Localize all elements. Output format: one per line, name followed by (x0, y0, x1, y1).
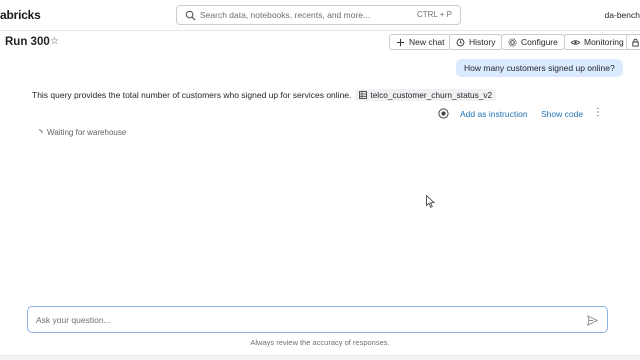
configure-label: Configure (521, 37, 558, 47)
table-reference-chip[interactable]: telco_customer_churn_status_v2 (355, 89, 497, 101)
plus-icon (396, 38, 405, 46)
mouse-pointer-icon (426, 195, 435, 208)
brand-logo[interactable]: abricks (0, 8, 41, 22)
loading-spinner-icon (38, 128, 43, 133)
user-message-bubble: How many customers signed up online? (456, 59, 623, 77)
new-chat-button[interactable]: New chat (389, 34, 452, 50)
record-icon[interactable] (438, 108, 449, 119)
history-button[interactable]: History (449, 34, 503, 50)
favorite-star-icon[interactable]: ☆ (50, 36, 59, 47)
search-shortcut: CTRL + P (416, 10, 452, 19)
show-code-link[interactable]: Show code (541, 109, 583, 119)
send-icon[interactable] (587, 315, 598, 326)
status-text: Waiting for warehouse (47, 128, 127, 137)
top-bar: abricks Search data, notebooks, recents,… (0, 0, 640, 31)
lock-icon (632, 38, 639, 47)
gear-icon (508, 37, 517, 47)
bottom-divider (0, 355, 640, 360)
page-title: Run 300 (5, 36, 50, 48)
workspace-name: da-bench (604, 10, 640, 20)
question-input-box[interactable] (27, 306, 608, 333)
monitoring-button[interactable]: Monitoring (564, 34, 631, 50)
table-icon (359, 91, 368, 99)
answer-text: This query provides the total number of … (32, 90, 352, 100)
table-name: telco_customer_churn_status_v2 (370, 90, 493, 100)
global-search[interactable]: Search data, notebooks, recents, and mor… (176, 5, 461, 25)
search-icon (185, 10, 196, 21)
add-as-instruction-link[interactable]: Add as instruction (460, 109, 528, 119)
configure-button[interactable]: Configure (501, 34, 565, 50)
workspace-user-menu[interactable]: da-bench (605, 10, 640, 20)
status-indicator: Waiting for warehouse (35, 128, 126, 137)
history-label: History (469, 37, 496, 47)
search-placeholder: Search data, notebooks, recents, and mor… (200, 10, 371, 20)
question-input[interactable] (36, 313, 576, 327)
accuracy-disclaimer: Always review the accuracy of responses. (250, 338, 390, 347)
monitoring-label: Monitoring (584, 37, 624, 47)
eye-icon (571, 39, 580, 45)
more-options-icon[interactable]: ⋮ (593, 107, 603, 118)
share-button[interactable] (626, 34, 640, 50)
assistant-answer: This query provides the total number of … (32, 89, 497, 101)
new-chat-label: New chat (409, 37, 445, 47)
history-icon (456, 38, 465, 46)
